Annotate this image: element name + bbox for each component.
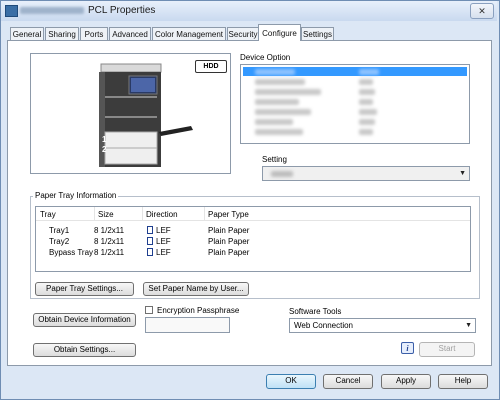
table-row-paper-type: Plain Paper (208, 226, 250, 235)
option-value-redacted (359, 79, 373, 85)
hdd-badge: HDD (195, 60, 227, 73)
close-icon: ✕ (478, 6, 486, 16)
table-row-tray: Tray1 (49, 226, 70, 235)
encryption-checkbox[interactable] (145, 306, 153, 314)
option-name-redacted (255, 99, 299, 105)
option-name-redacted (255, 119, 293, 125)
option-value-redacted (359, 109, 377, 115)
obtain-device-info-button[interactable]: Obtain Device Information (33, 313, 136, 327)
table-row-tray: Bypass Tray (49, 248, 94, 257)
table-row-size: 8 1/2x11 (94, 248, 125, 257)
table-row-direction: LEF (156, 248, 171, 257)
option-name-redacted (255, 69, 295, 75)
option-value-redacted (359, 89, 375, 95)
encryption-passphrase-input[interactable] (145, 317, 230, 333)
header-divider (36, 220, 470, 221)
column-divider (142, 207, 143, 220)
tab-settings[interactable]: Settings (301, 27, 334, 40)
printer-icon (5, 5, 18, 17)
paper-tray-table[interactable]: Tray Size Direction Paper Type Tray1 8 1… (35, 206, 471, 272)
table-row-size: 8 1/2x11 (94, 237, 125, 246)
tray-number-1: 1 (102, 135, 107, 144)
encryption-passphrase-label: Encryption Passphrase (157, 306, 240, 315)
ok-button[interactable]: OK (266, 374, 316, 389)
device-option-label: Device Option (240, 53, 291, 62)
tray-number-2: 2 (102, 145, 107, 154)
printer-name-redacted (20, 7, 84, 14)
column-divider (204, 207, 205, 220)
table-row-paper-type: Plain Paper (208, 248, 250, 257)
tab-sharing[interactable]: Sharing (45, 27, 79, 40)
software-tools-selected: Web Connection (294, 321, 353, 330)
option-value-redacted (359, 129, 373, 135)
cancel-button[interactable]: Cancel (323, 374, 373, 389)
close-button[interactable]: ✕ (470, 3, 494, 19)
option-value-redacted (359, 119, 375, 125)
table-row-tray: Tray2 (49, 237, 70, 246)
setting-dropdown[interactable]: ▼ (262, 166, 470, 181)
column-divider (94, 207, 95, 220)
software-tools-label: Software Tools (289, 307, 342, 316)
option-name-redacted (255, 79, 305, 85)
table-row-direction: LEF (156, 226, 171, 235)
column-header-tray: Tray (40, 210, 56, 219)
paper-direction-icon (147, 248, 153, 256)
table-row-paper-type: Plain Paper (208, 237, 250, 246)
paper-direction-icon (147, 237, 153, 245)
tab-security[interactable]: Security (227, 27, 259, 40)
option-value-redacted (359, 99, 373, 105)
option-name-redacted (255, 109, 311, 115)
start-button[interactable]: Start (419, 342, 475, 357)
column-header-paper-type: Paper Type (208, 210, 249, 219)
set-paper-name-button[interactable]: Set Paper Name by User... (143, 282, 249, 296)
tab-general[interactable]: General (10, 27, 44, 40)
window-title: PCL Properties (88, 5, 156, 16)
column-header-direction: Direction (146, 210, 178, 219)
paper-tray-settings-button[interactable]: Paper Tray Settings... (35, 282, 134, 296)
table-row-direction: LEF (156, 237, 171, 246)
info-icon[interactable]: i (401, 342, 414, 354)
chevron-down-icon: ▼ (465, 322, 472, 329)
option-name-redacted (255, 129, 303, 135)
tab-color-management[interactable]: Color Management (152, 27, 226, 40)
option-name-redacted (255, 89, 321, 95)
table-row-size: 8 1/2x11 (94, 226, 125, 235)
paper-tray-info-label: Paper Tray Information (33, 191, 119, 200)
setting-value-redacted (271, 171, 293, 177)
tab-ports[interactable]: Ports (80, 27, 108, 40)
column-header-size: Size (98, 210, 114, 219)
help-button[interactable]: Help (438, 374, 488, 389)
software-tools-dropdown[interactable]: Web Connection ▼ (289, 318, 476, 333)
apply-button[interactable]: Apply (381, 374, 431, 389)
option-value-redacted (359, 69, 379, 75)
chevron-down-icon: ▼ (459, 170, 466, 177)
device-option-list[interactable] (240, 64, 470, 144)
obtain-settings-button[interactable]: Obtain Settings... (33, 343, 136, 357)
tab-configure[interactable]: Configure (258, 24, 301, 41)
setting-label: Setting (262, 155, 287, 164)
tab-advanced[interactable]: Advanced (109, 27, 151, 40)
paper-direction-icon (147, 226, 153, 234)
